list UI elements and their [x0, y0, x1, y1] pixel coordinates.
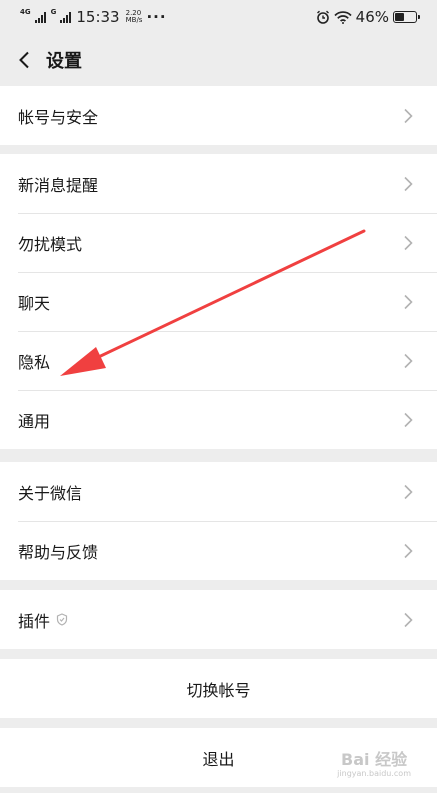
clock: 15:33 — [76, 8, 120, 26]
signal-icon-secondary — [60, 11, 72, 23]
settings-item-label: 新消息提醒 — [18, 175, 99, 195]
settings-group-about: 关于微信 帮助与反馈 — [0, 462, 437, 580]
settings-item-label: 帐号与安全 — [18, 107, 99, 127]
settings-item-label: 通用 — [18, 411, 51, 431]
signal-icon — [34, 11, 46, 23]
more-notifications: ··· — [146, 8, 167, 26]
status-bar-left: 4G G 15:33 2.20 MB/s ··· — [20, 8, 167, 26]
network-type: 4G — [20, 7, 31, 16]
settings-item-privacy[interactable]: 隐私 — [0, 331, 437, 390]
settings-item-notifications[interactable]: 新消息提醒 — [0, 154, 437, 213]
settings-item-help-feedback[interactable]: 帮助与反馈 — [0, 521, 437, 580]
alarm-icon — [316, 10, 329, 24]
back-button[interactable] — [4, 34, 44, 86]
settings-item-label: 隐私 — [18, 352, 51, 372]
status-bar: 4G G 15:33 2.20 MB/s ··· 46% — [0, 0, 437, 34]
chevron-right-icon — [404, 176, 413, 191]
network-speed: 2.20 MB/s — [126, 10, 143, 24]
settings-item-label: 勿扰模式 — [18, 234, 83, 254]
header: 设置 — [0, 34, 437, 86]
logout-label: 退出 — [202, 749, 235, 769]
battery-fill — [395, 13, 405, 21]
watermark-url: jingyan.baidu.com — [337, 769, 411, 778]
chevron-right-icon — [404, 612, 413, 627]
chevron-right-icon — [404, 484, 413, 499]
battery-icon — [393, 11, 420, 23]
speed-unit: MB/s — [125, 16, 143, 24]
chevron-right-icon — [404, 353, 413, 368]
chevron-right-icon — [404, 543, 413, 558]
network-type-secondary: G — [50, 7, 57, 16]
chevron-left-icon — [19, 51, 29, 69]
status-bar-right: 46% — [316, 8, 420, 26]
settings-item-account-security[interactable]: 帐号与安全 — [0, 86, 437, 145]
watermark-brand: Bai 经验 — [341, 750, 408, 769]
watermark-logo: Bai 经验 jingyan.baidu.com — [337, 751, 411, 779]
settings-item-general[interactable]: 通用 — [0, 390, 437, 449]
wifi-icon — [334, 10, 352, 24]
settings-item-plugins[interactable]: 插件 — [0, 590, 437, 649]
settings-item-about-wechat[interactable]: 关于微信 — [0, 462, 437, 521]
settings-group-plugins: 插件 — [0, 590, 437, 649]
switch-account-label: 切换帐号 — [186, 680, 251, 700]
settings-item-label-wrap: 插件 — [18, 608, 68, 632]
settings-item-label: 聊天 — [18, 293, 51, 313]
settings-item-label: 关于微信 — [18, 483, 83, 503]
chevron-right-icon — [404, 294, 413, 309]
battery-percent: 46% — [355, 8, 389, 26]
settings-item-do-not-disturb[interactable]: 勿扰模式 — [0, 213, 437, 272]
chevron-right-icon — [404, 412, 413, 427]
chevron-right-icon — [404, 108, 413, 123]
settings-item-chat[interactable]: 聊天 — [0, 272, 437, 331]
settings-item-label: 帮助与反馈 — [18, 542, 99, 562]
chevron-right-icon — [404, 235, 413, 250]
shield-icon — [56, 613, 68, 626]
settings-group-account: 帐号与安全 — [0, 86, 437, 145]
settings-group-main: 新消息提醒 勿扰模式 聊天 隐私 通用 — [0, 154, 437, 449]
switch-account-group: 切换帐号 — [0, 659, 437, 718]
page-title: 设置 — [46, 51, 82, 72]
switch-account-button[interactable]: 切换帐号 — [0, 659, 437, 718]
settings-item-label: 插件 — [18, 611, 51, 631]
